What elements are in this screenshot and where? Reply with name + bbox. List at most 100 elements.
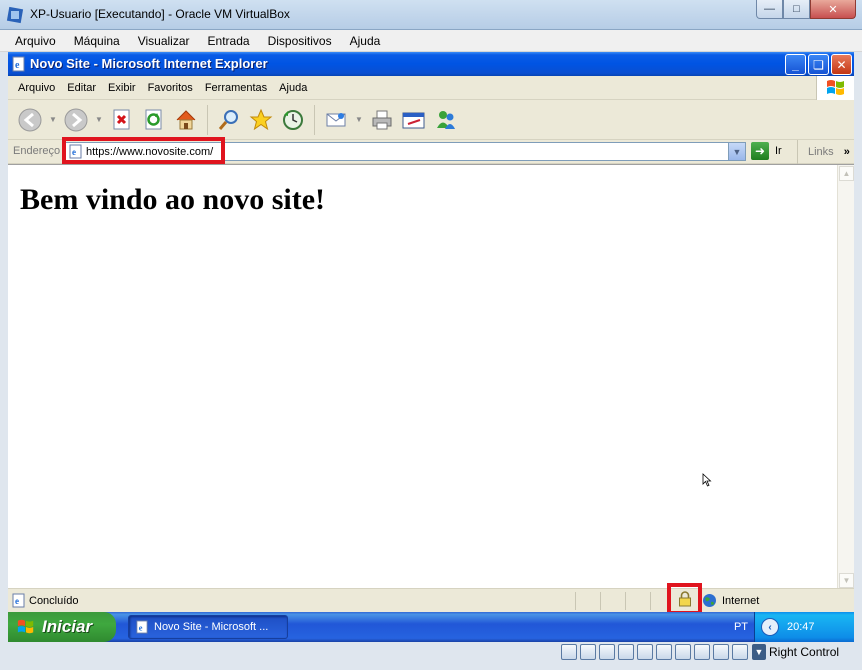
home-icon[interactable]: [172, 106, 200, 134]
ie-menu-exibir[interactable]: Exibir: [102, 82, 142, 94]
links-button[interactable]: Links »: [797, 140, 854, 164]
security-zone[interactable]: Internet: [702, 593, 759, 608]
ie-menu-bar: Arquivo Editar Exibir Favoritos Ferramen…: [8, 76, 854, 100]
status-text: Concluído: [29, 595, 79, 607]
vertical-scrollbar[interactable]: ▲ ▼: [837, 165, 854, 589]
page-icon: e: [12, 593, 25, 608]
display-icon[interactable]: [656, 644, 672, 660]
vbox-menu-dispositivos[interactable]: Dispositivos: [259, 34, 341, 48]
virtualbox-icon: [6, 6, 24, 24]
forward-icon[interactable]: [62, 106, 90, 134]
taskbar-item-ie[interactable]: e Novo Site - Microsoft ...: [128, 615, 288, 639]
search-icon[interactable]: [215, 106, 243, 134]
back-dropdown-icon[interactable]: ▼: [48, 106, 58, 134]
messenger-icon[interactable]: [432, 106, 460, 134]
svg-text:e: e: [15, 596, 19, 606]
system-tray: ‹ 20:47: [754, 612, 854, 642]
ie-page-icon: e: [12, 56, 25, 72]
start-label: Iniciar: [42, 617, 93, 636]
network-icon[interactable]: [618, 644, 634, 660]
language-indicator[interactable]: PT: [734, 621, 748, 633]
vbox-title-bar: XP-Usuario [Executando] - Oracle VM Virt…: [0, 0, 862, 30]
toolbar-separator: [207, 104, 208, 135]
vbox-menu-visualizar[interactable]: Visualizar: [129, 34, 199, 48]
ie-menu-ferramentas[interactable]: Ferramentas: [199, 82, 273, 94]
address-bar: Endereço e ▼ ➜ Ir Links »: [8, 137, 854, 164]
forward-dropdown-icon[interactable]: ▼: [94, 106, 104, 134]
address-label: Endereço: [13, 145, 61, 157]
history-icon[interactable]: [279, 106, 307, 134]
padlock-icon: [678, 591, 691, 607]
ie-menu-favoritos[interactable]: Favoritos: [142, 82, 199, 94]
go-button[interactable]: ➜ Ir: [751, 142, 782, 160]
chevron-right-icon: »: [843, 146, 850, 158]
ie-close-button[interactable]: ✕: [831, 54, 852, 75]
ie-toolbar: ▼ ▼ ▼: [8, 100, 854, 140]
ie-window-title: Novo Site - Microsoft Internet Explorer: [30, 56, 268, 71]
edit-icon[interactable]: [400, 106, 428, 134]
ie-page-icon: e: [136, 620, 148, 634]
host-key-label: Right Control: [769, 645, 840, 659]
go-arrow-icon: ➜: [751, 142, 769, 160]
start-button[interactable]: Iniciar: [8, 612, 116, 642]
host-key-indicator[interactable]: ▼ Right Control: [752, 644, 839, 660]
address-dropdown-icon[interactable]: ▼: [728, 143, 745, 160]
usb-icon[interactable]: [599, 644, 615, 660]
status-separator: [625, 592, 626, 610]
windows-logo-icon: [816, 76, 854, 100]
mouse-integration-icon[interactable]: [713, 644, 729, 660]
vbox-menu-ajuda[interactable]: Ajuda: [341, 34, 390, 48]
go-label: Ir: [775, 145, 782, 157]
video-capture-icon[interactable]: [675, 644, 691, 660]
guest-screen: e Novo Site - Microsoft Internet Explore…: [8, 52, 854, 642]
down-arrow-icon: ▼: [752, 644, 766, 660]
refresh-icon[interactable]: [140, 106, 168, 134]
url-highlight-box: [62, 137, 225, 164]
vbox-maximize-button[interactable]: □: [783, 0, 810, 19]
status-separator: [600, 592, 601, 610]
hard-disk-icon[interactable]: [561, 644, 577, 660]
mail-icon[interactable]: [322, 106, 350, 134]
back-icon[interactable]: [16, 106, 44, 134]
virtualization-icon[interactable]: [694, 644, 710, 660]
mail-dropdown-icon[interactable]: ▼: [354, 106, 364, 134]
taskbar: Iniciar e Novo Site - Microsoft ... PT ‹…: [8, 612, 854, 642]
ie-menu-editar[interactable]: Editar: [61, 82, 102, 94]
ie-menu-ajuda[interactable]: Ajuda: [273, 82, 313, 94]
stop-icon[interactable]: [108, 106, 136, 134]
clock: 20:47: [787, 621, 815, 633]
vbox-minimize-button[interactable]: —: [756, 0, 783, 19]
zone-label: Internet: [722, 594, 760, 607]
scroll-down-icon[interactable]: ▼: [839, 573, 854, 588]
vbox-menu-bar: Arquivo Máquina Visualizar Entrada Dispo…: [0, 30, 862, 52]
vbox-window-title: XP-Usuario [Executando] - Oracle VM Virt…: [30, 7, 290, 21]
page-content: Bem vindo ao novo site! ▲ ▼: [8, 164, 854, 589]
taskbar-item-label: Novo Site - Microsoft ...: [154, 621, 269, 633]
vbox-menu-arquivo[interactable]: Arquivo: [6, 34, 65, 48]
ie-restore-button[interactable]: ❏: [808, 54, 829, 75]
ie-menu-arquivo[interactable]: Arquivo: [12, 82, 61, 94]
favorites-icon[interactable]: [247, 106, 275, 134]
optical-drive-icon[interactable]: [580, 644, 596, 660]
shared-folders-icon[interactable]: [637, 644, 653, 660]
toolbar-separator: [314, 104, 315, 135]
links-label: Links: [808, 146, 834, 158]
scroll-up-icon[interactable]: ▲: [839, 166, 854, 181]
vbox-close-button[interactable]: ✕: [810, 0, 856, 19]
ie-title-bar: e Novo Site - Microsoft Internet Explore…: [8, 52, 854, 76]
print-icon[interactable]: [368, 106, 396, 134]
keyboard-icon[interactable]: [732, 644, 748, 660]
tray-expand-icon[interactable]: ‹: [761, 618, 779, 636]
vbox-status-bar: ▼ Right Control: [0, 642, 862, 670]
globe-icon: [703, 594, 716, 607]
svg-text:e: e: [139, 623, 143, 632]
svg-text:e: e: [15, 60, 20, 71]
page-heading: Bem vindo ao novo site!: [20, 183, 326, 216]
vbox-menu-entrada[interactable]: Entrada: [199, 34, 259, 48]
ssl-lock-highlight[interactable]: [667, 583, 702, 615]
status-separator: [575, 592, 576, 610]
mouse-cursor-icon: [702, 473, 712, 487]
ie-minimize-button[interactable]: _: [785, 54, 806, 75]
vbox-menu-maquina[interactable]: Máquina: [65, 34, 129, 48]
windows-logo-icon: [17, 619, 34, 634]
